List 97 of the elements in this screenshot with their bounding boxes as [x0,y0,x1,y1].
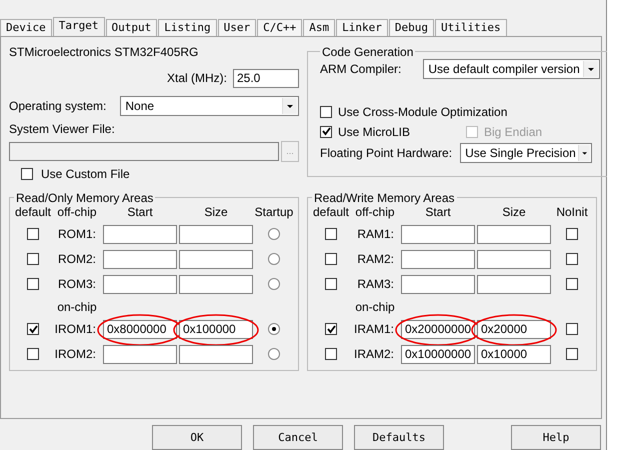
checkbox[interactable] [27,253,39,266]
xtal-field[interactable]: 25.0 [233,68,299,88]
checkbox[interactable] [566,323,578,336]
dialog-button[interactable]: Cancel [253,425,343,450]
checkbox[interactable] [27,278,39,290]
group-title: Read/Only Memory Areas [15,190,154,205]
checkbox[interactable] [325,228,337,240]
row-label: ROM3: [58,277,97,292]
memory-field[interactable] [179,250,253,269]
radio-button[interactable] [268,278,280,290]
checkbox[interactable] [566,228,578,240]
checkbox[interactable] [566,253,578,266]
row-label: RAM1: [357,227,395,242]
os-dropdown[interactable]: None [120,96,299,116]
column-header: NoInit [556,204,588,219]
checkbox-label: Use Custom File [41,166,130,181]
tab[interactable]: Output [106,18,158,36]
checkbox[interactable] [21,168,33,180]
checkbox[interactable] [325,253,337,266]
tab[interactable]: User [218,18,256,36]
checkbox[interactable] [27,348,39,360]
field-label: System Viewer File: [9,122,115,136]
memory-field[interactable] [103,274,177,294]
dialog-button[interactable]: OK [152,425,242,450]
radio-button[interactable] [268,228,280,240]
tab[interactable]: C/C++ [257,18,302,36]
memory-field[interactable] [401,250,475,269]
memory-field[interactable] [179,344,253,364]
row-label: ROM1: [58,227,97,242]
row-label: IRAM1: [354,322,395,336]
row-label: IRAM2: [354,347,395,362]
fpu-dropdown[interactable]: Use Single Precision [460,142,592,163]
field-label: Xtal (MHz): [167,71,227,86]
memory-field[interactable]: 0x20000000 [401,320,475,339]
memory-field[interactable]: 0x8000000 [103,320,177,339]
row-label: IROM2: [54,347,97,362]
column-header: Size [204,204,228,219]
memory-field[interactable]: 0x20000 [477,320,551,339]
group-title: Read/Write Memory Areas [313,190,456,205]
memory-field[interactable] [477,250,551,269]
column-header: Start [425,204,451,219]
checkbox[interactable] [320,126,332,138]
tab[interactable]: Utilities [434,18,507,36]
column-header: Start [127,204,153,219]
memory-field[interactable] [103,344,177,364]
tab[interactable]: Linker [336,18,388,36]
checkbox[interactable] [320,106,332,118]
row-label: IROM1: [54,322,97,336]
row-label: RAM3: [357,277,395,292]
group-title: Code Generation [321,44,414,59]
radio-button[interactable] [268,253,280,266]
checkbox[interactable] [325,348,337,360]
memory-field[interactable] [477,224,551,244]
column-header: default [312,204,350,219]
checkbox-label: Use Cross-Module Optimization [338,104,508,119]
memory-field[interactable] [401,274,475,294]
section-label: on-chip [57,300,97,314]
column-header: Startup [254,204,294,219]
column-header: default [14,204,52,219]
memory-field[interactable] [477,274,551,294]
memory-field[interactable]: 0x10000000 [401,344,475,364]
column-header: off-chip [57,204,97,219]
dialog-button[interactable]: Help [511,425,601,450]
checkbox-label: Use MicroLIB [338,124,412,139]
dialog-button[interactable]: Defaults [354,425,444,450]
tab[interactable]: Debug [388,18,434,36]
checkbox[interactable] [27,228,39,240]
compiler-dropdown[interactable]: Use default compiler version [423,58,600,79]
column-header: off-chip [355,204,395,219]
memory-field[interactable]: 0x10000 [477,344,551,364]
field-label: Operating system: [9,98,106,113]
memory-field[interactable] [179,224,253,244]
memory-field[interactable] [401,224,475,244]
tab[interactable]: Asm [303,18,336,36]
checkbox-label: Big Endian [484,124,542,139]
device-name: STMicroelectronics STM32F405RG [9,44,200,59]
checkbox[interactable] [566,348,578,360]
checkbox[interactable] [27,323,39,336]
checkbox[interactable] [325,278,337,290]
memory-field[interactable]: 0x100000 [179,320,253,339]
radio-button[interactable] [268,323,280,336]
tab[interactable]: Listing [158,18,217,36]
row-label: RAM2: [357,252,395,266]
memory-field[interactable] [103,224,177,244]
field-label: ARM Compiler: [320,62,402,76]
section-label: on-chip [355,300,395,314]
row-label: ROM2: [58,252,97,266]
tab[interactable]: Device [0,18,52,36]
tab[interactable]: Target [52,16,104,36]
column-header: Size [502,204,526,219]
radio-button[interactable] [268,348,280,360]
memory-field[interactable] [179,274,253,294]
file-field[interactable] [9,142,279,161]
checkbox[interactable] [566,278,578,290]
field-label: Floating Point Hardware: [320,146,452,160]
memory-field[interactable] [103,250,177,269]
checkbox[interactable] [325,323,337,336]
